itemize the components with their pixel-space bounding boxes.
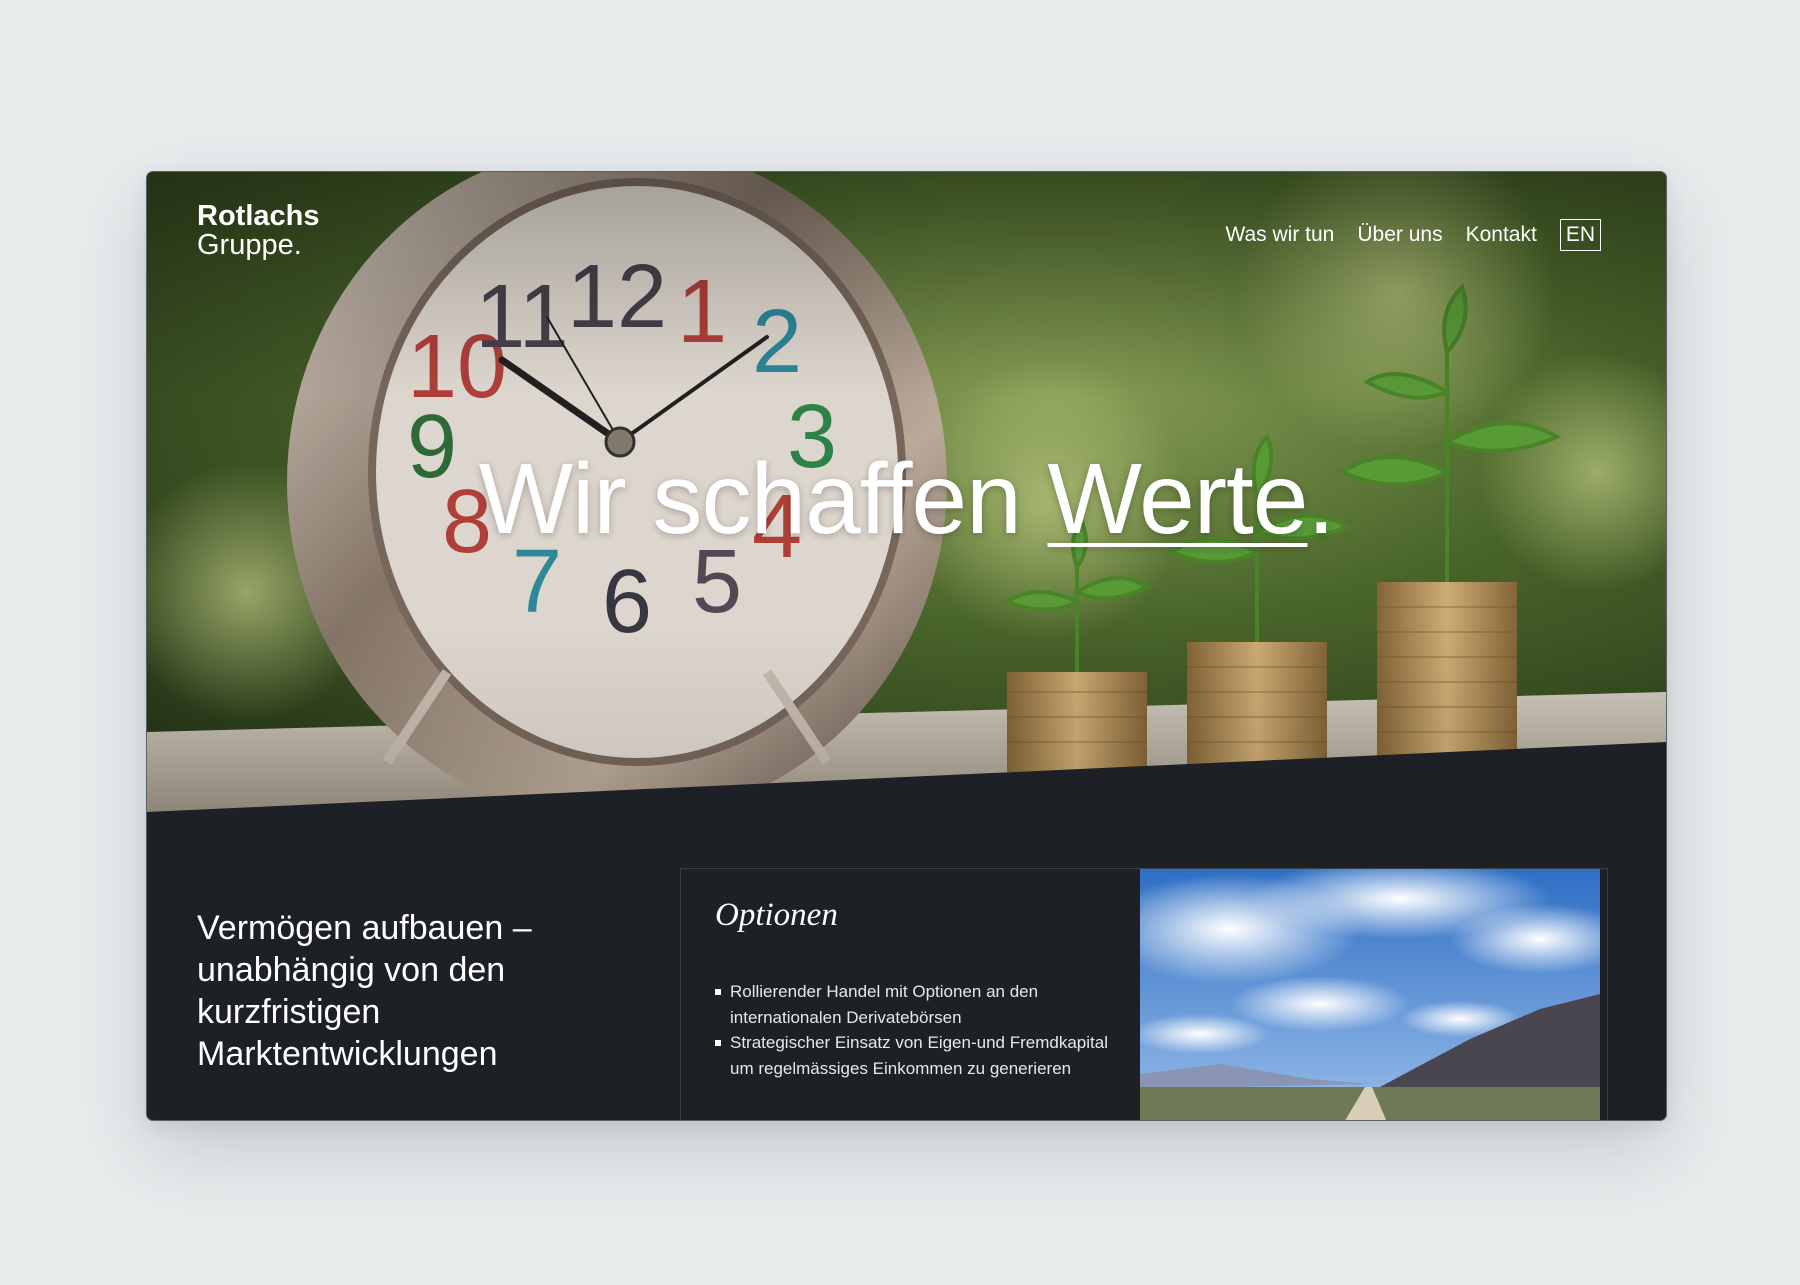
card-title: Optionen xyxy=(715,897,838,933)
brand-logo[interactable]: Rotlachs Gruppe. xyxy=(197,202,319,260)
nav-item-was-wir-tun[interactable]: Was wir tun xyxy=(1225,223,1334,247)
card-image xyxy=(1140,869,1600,1120)
logo-line-2: Gruppe. xyxy=(197,229,302,261)
hero-headline: Wir schaffen Werte. xyxy=(147,442,1666,557)
section-tagline: Vermögen aufbauen – unabhängig von den k… xyxy=(197,909,532,1073)
card-list: Rollierender Handel mit Optionen an den … xyxy=(715,979,1115,1081)
browser-window: 12 1 2 3 4 5 6 7 8 9 10 11 xyxy=(146,171,1667,1121)
nav-item-kontakt[interactable]: Kontakt xyxy=(1466,223,1537,247)
language-switch[interactable]: EN xyxy=(1559,219,1601,251)
main-nav: Was wir tun Über uns Kontakt EN xyxy=(1225,219,1601,251)
nav-item-ueber-uns[interactable]: Über uns xyxy=(1357,223,1442,247)
headline-highlight: Werte xyxy=(1047,443,1309,555)
headline-prefix: Wir schaffen xyxy=(478,443,1048,555)
options-card: Optionen Rollierender Handel mit Optione… xyxy=(680,868,1608,1120)
logo-line-1: Rotlachs xyxy=(197,200,320,232)
list-item: Strategischer Einsatz von Eigen-und Frem… xyxy=(715,1030,1115,1081)
headline-suffix: . xyxy=(1307,443,1335,555)
hero-section: 12 1 2 3 4 5 6 7 8 9 10 11 xyxy=(147,172,1666,812)
list-item: Rollierender Handel mit Optionen an den … xyxy=(715,979,1115,1030)
diagonal-divider xyxy=(147,742,1666,822)
